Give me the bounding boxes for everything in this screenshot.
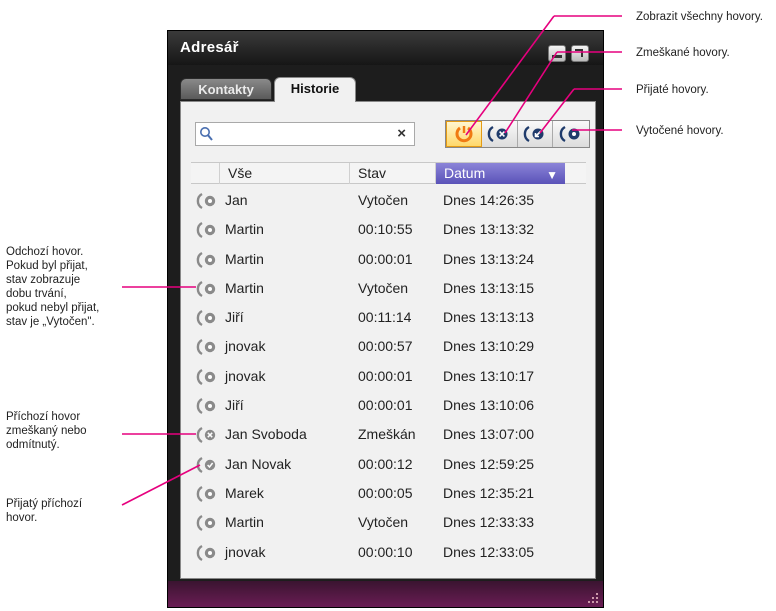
callout-missed-incoming: Příchozí hovor zmeškaný nebo odmítnutý.: [6, 410, 87, 452]
callout-received-calls: Přijaté hovory.: [636, 84, 709, 96]
callout-missed-calls: Zmeškané hovory.: [636, 47, 730, 59]
tab-history[interactable]: Historie: [274, 77, 356, 102]
callout-all-calls: Zobrazit všechny hovory.: [636, 11, 763, 23]
callout-line: Příchozí hovor: [6, 411, 81, 423]
callout-line: hovor.: [6, 512, 38, 524]
callout-dialed-calls: Vytočené hovory.: [636, 125, 724, 137]
callout-line: Pokud byl přijat,: [6, 260, 88, 272]
callout-line: pokud nebyl přijat,: [6, 302, 100, 314]
callout-line: Odchozí hovor.: [6, 246, 84, 258]
callout-line: Přijatý příchozí: [6, 498, 83, 510]
callout-line: stav zobrazuje: [6, 274, 81, 286]
callout-received-incoming: Přijatý příchozí hovor.: [6, 497, 82, 525]
callout-line: odmítnutý.: [6, 439, 60, 451]
callout-line: zmeškaný nebo: [6, 425, 87, 437]
callout-outgoing-call: Odchozí hovor. Pokud byl přijat, stav zo…: [6, 245, 99, 329]
callout-line: dobu trvání,: [6, 288, 67, 300]
callout-line: stav je „Vytočen".: [6, 316, 95, 328]
